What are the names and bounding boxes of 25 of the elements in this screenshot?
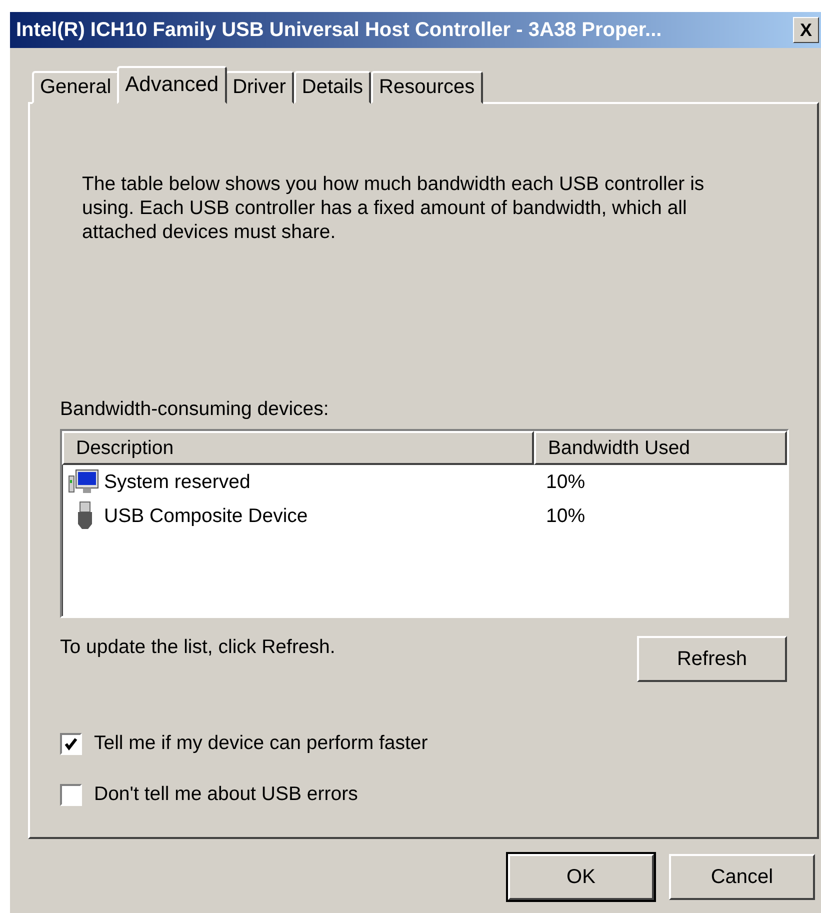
bandwidth-value: 10% <box>546 470 586 494</box>
devices-label: Bandwidth-consuming devices: <box>60 398 330 421</box>
checkbox-label: Don't tell me about USB errors <box>94 783 358 806</box>
column-header[interactable]: Description <box>62 431 534 465</box>
checkmark-icon <box>64 736 78 750</box>
computer-icon <box>68 468 100 496</box>
description-text: The table below shows you how much bandwidth each USB controller is using. Each USB controller has a fixed amount of bandwidth, which all attached devices must share. <box>82 172 706 244</box>
tab[interactable]: Driver <box>224 71 294 104</box>
close-button[interactable]: X <box>793 17 819 43</box>
window-title: Intel(R) ICH10 Family USB Universal Host Controller - 3A38 Proper... <box>16 18 662 42</box>
cancel-button[interactable]: Cancel <box>669 854 815 900</box>
device-name[interactable]: USB Composite Device <box>104 504 308 528</box>
tab[interactable]: General <box>32 71 120 104</box>
tab[interactable]: Details <box>294 71 372 104</box>
checkbox-label: Tell me if my device can perform faster <box>94 732 428 755</box>
tab[interactable]: Resources <box>371 71 483 104</box>
bandwidth-value: 10% <box>546 504 586 528</box>
refresh-button[interactable]: Refresh <box>637 636 787 682</box>
checkbox[interactable] <box>60 732 82 754</box>
checkbox[interactable] <box>60 784 82 806</box>
column-header[interactable]: Bandwidth Used <box>534 431 787 465</box>
tab[interactable]: Advanced <box>117 66 227 104</box>
device-name[interactable]: System reserved <box>104 470 250 494</box>
refresh-hint: To update the list, click Refresh. <box>60 636 336 659</box>
ok-button[interactable]: OK <box>508 854 654 900</box>
